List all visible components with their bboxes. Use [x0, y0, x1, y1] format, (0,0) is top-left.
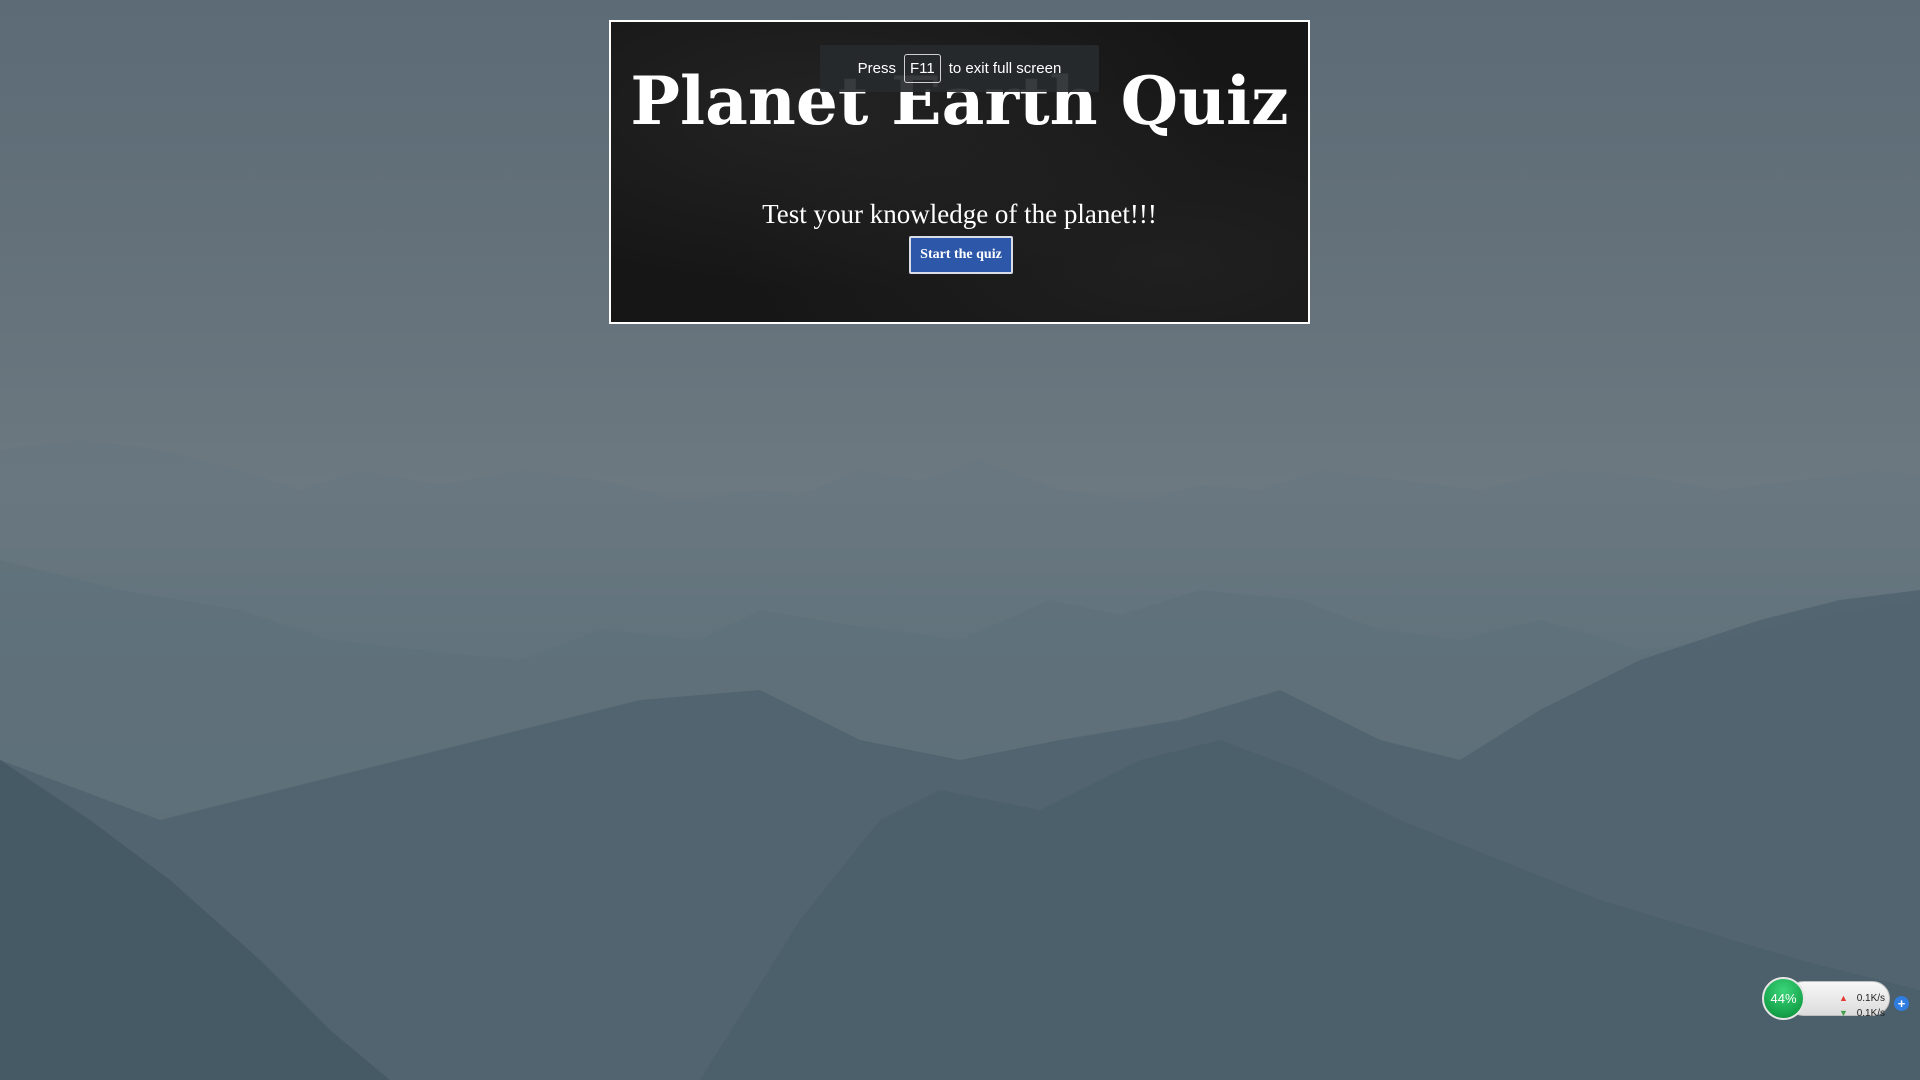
upload-rate: 0.1K/s	[1856, 993, 1886, 1004]
network-rates: ▲ 0.1K/s ▼ 0.1K/s	[1839, 991, 1885, 1021]
arrow-down-icon: ▼	[1839, 1008, 1848, 1018]
start-quiz-button[interactable]: Start the quiz	[909, 236, 1013, 274]
download-rate-row: ▼ 0.1K/s	[1839, 1006, 1885, 1021]
arrow-up-icon: ▲	[1839, 993, 1848, 1003]
fullscreen-notice-suffix: to exit full screen	[948, 60, 1062, 77]
quiz-subtitle: Test your knowledge of the planet!!!	[762, 199, 1157, 229]
fullscreen-notice-prefix: Press	[857, 60, 897, 77]
f11-key-badge: F11	[904, 54, 941, 83]
upload-rate-row: ▲ 0.1K/s	[1839, 991, 1885, 1006]
download-rate: 0.1K/s	[1856, 1008, 1886, 1019]
fullscreen-notice: Press F11 to exit full screen	[820, 45, 1099, 92]
memory-usage-indicator[interactable]: 44%	[1762, 977, 1805, 1020]
plus-icon[interactable]: +	[1894, 996, 1909, 1011]
network-speed-widget[interactable]: ▲ 0.1K/s ▼ 0.1K/s + 44%	[1762, 977, 1909, 1021]
